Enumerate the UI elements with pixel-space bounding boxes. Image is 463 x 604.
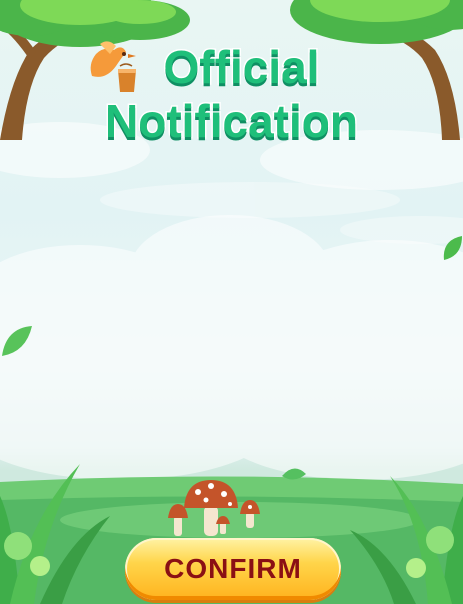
leaf-icon <box>443 236 462 260</box>
title-line-official: Official <box>162 41 321 93</box>
confirm-button-label: CONFIRM <box>164 553 302 584</box>
leaf-icon <box>2 326 32 356</box>
grass-icon <box>0 464 110 604</box>
title-line-notification: Notification <box>104 95 360 147</box>
mushroom-icon <box>168 480 260 536</box>
confirm-button[interactable]: CONFIRM <box>125 538 341 600</box>
notification-dialog: Official Notification CONFIRM <box>0 0 463 604</box>
leaf-icon <box>282 468 306 480</box>
grass-icon <box>350 476 463 604</box>
